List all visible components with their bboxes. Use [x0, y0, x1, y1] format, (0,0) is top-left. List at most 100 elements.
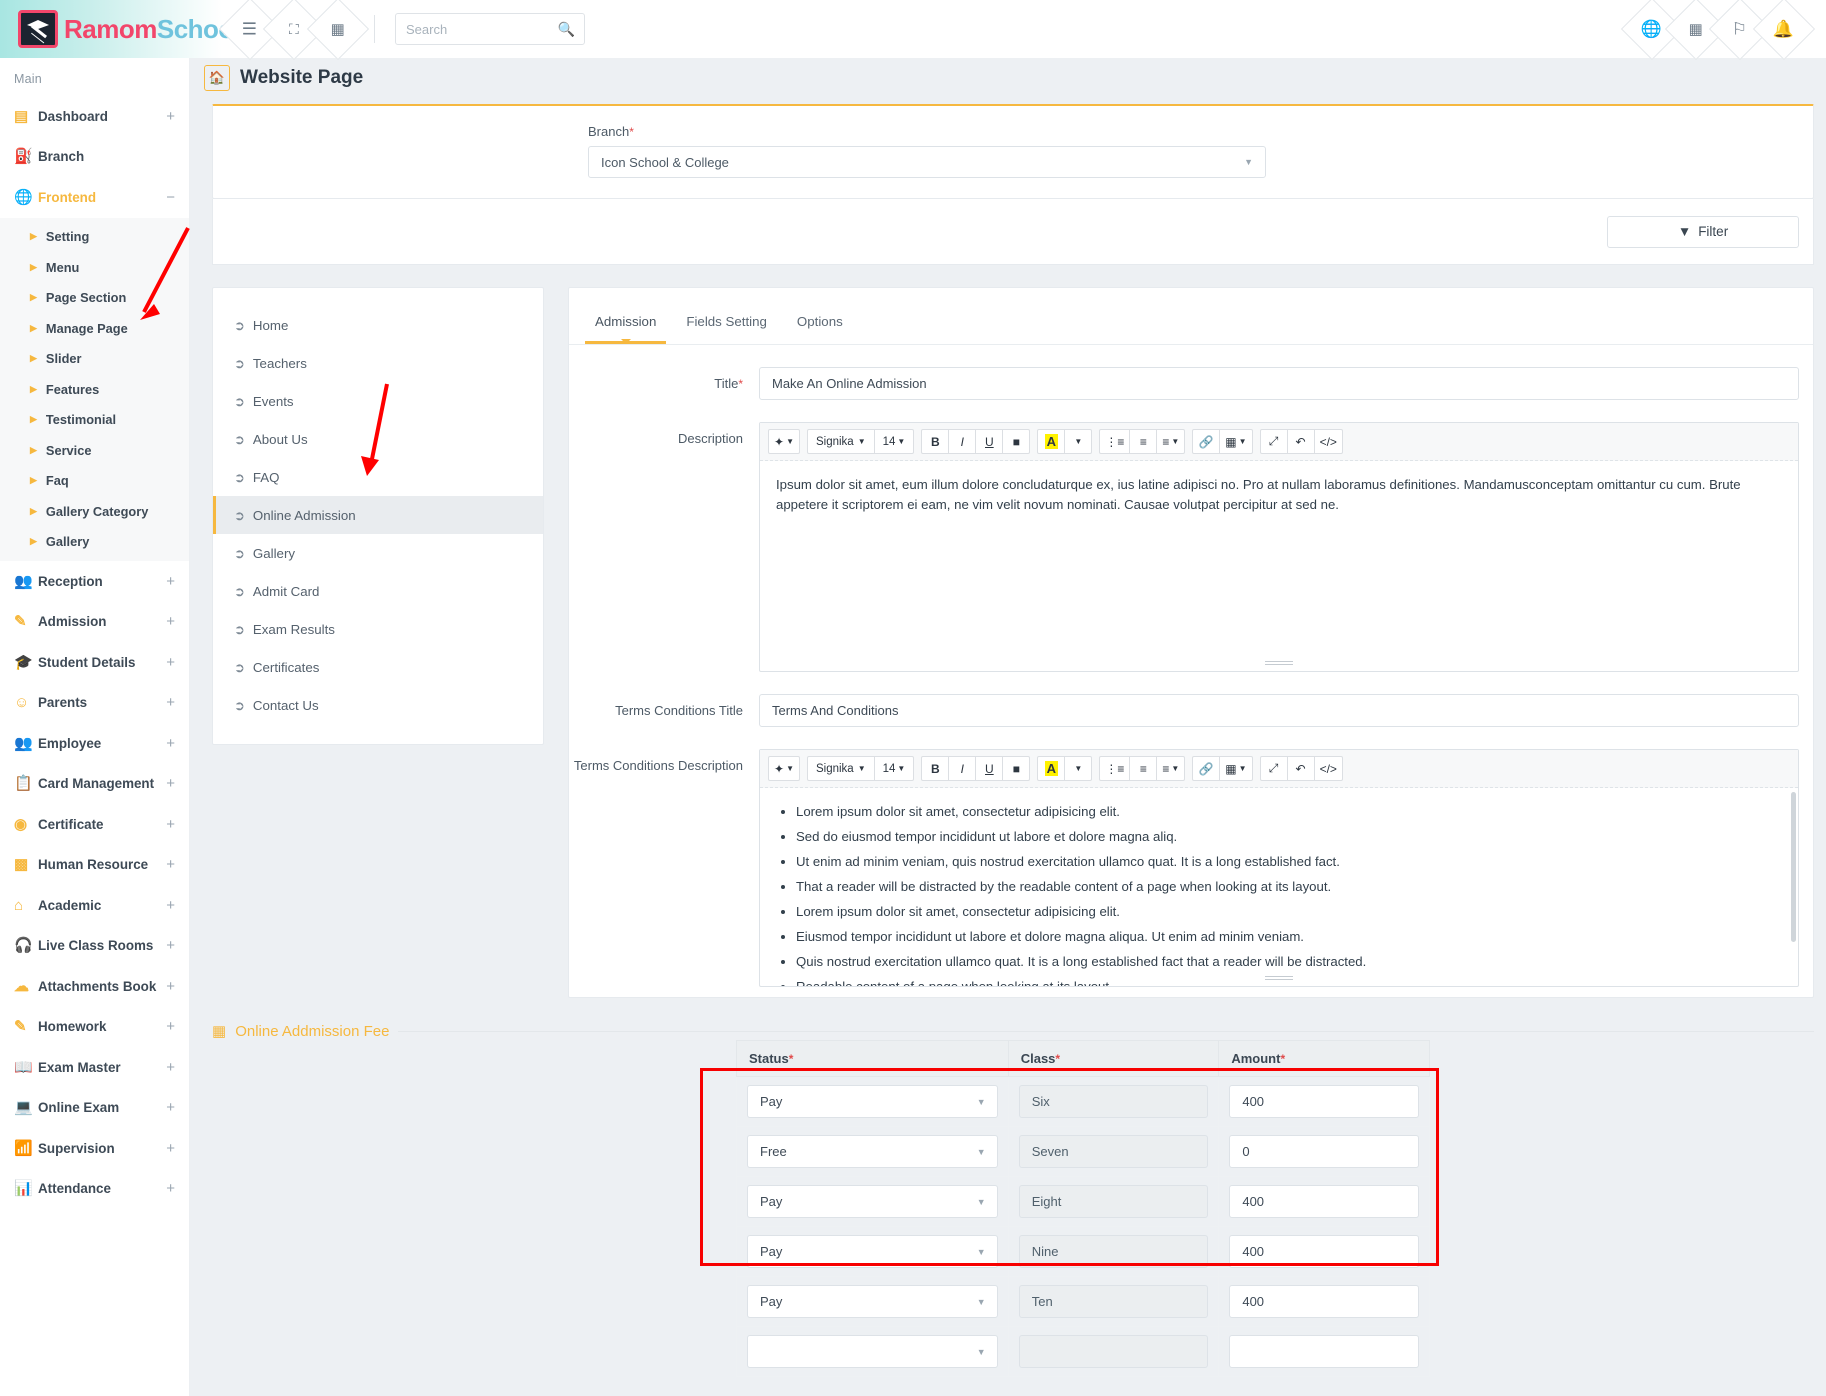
- editor-resize-grip[interactable]: [1265, 976, 1293, 982]
- highlight-color-dropdown-icon[interactable]: ▼: [1064, 429, 1093, 454]
- terms-editor-body[interactable]: Lorem ipsum dolor sit amet, consectetur …: [760, 788, 1798, 986]
- status-select[interactable]: Free ▼: [747, 1135, 998, 1168]
- home-icon[interactable]: 🏠: [204, 65, 230, 91]
- page-list-item-faq[interactable]: ➲ FAQ: [213, 458, 543, 496]
- amount-input[interactable]: [1229, 1335, 1419, 1368]
- page-list-item-teachers[interactable]: ➲ Teachers: [213, 344, 543, 382]
- status-select[interactable]: ▼: [747, 1335, 998, 1368]
- page-list-item-gallery[interactable]: ➲ Gallery: [213, 534, 543, 572]
- sidebar-item-attendance[interactable]: 📊 Attendance +: [0, 1169, 189, 1210]
- fullscreen-editor-icon[interactable]: ⤢: [1259, 756, 1288, 781]
- remove-format-icon[interactable]: ■: [1002, 429, 1031, 454]
- bold-icon[interactable]: B: [921, 429, 950, 454]
- sidebar-item-manage-page[interactable]: ▶ Manage Page: [0, 313, 189, 344]
- italic-icon[interactable]: I: [948, 429, 977, 454]
- title-input[interactable]: Make An Online Admission: [759, 367, 1799, 400]
- amount-input[interactable]: 400: [1229, 1235, 1419, 1268]
- bell-notification-icon[interactable]: 🔔: [1752, 0, 1816, 61]
- page-list-item-events[interactable]: ➲ Events: [213, 382, 543, 420]
- expand-icon[interactable]: +: [166, 1180, 175, 1197]
- expand-icon[interactable]: +: [166, 1140, 175, 1157]
- expand-icon[interactable]: +: [166, 1059, 175, 1076]
- sidebar-item-reception[interactable]: 👥 Reception +: [0, 561, 189, 602]
- paragraph-align-icon[interactable]: ≡ ▼: [1156, 429, 1186, 454]
- sidebar-item-online-exam[interactable]: 💻 Online Exam +: [0, 1088, 189, 1129]
- font-size-select[interactable]: 14 ▼: [873, 756, 915, 781]
- expand-icon[interactable]: +: [166, 937, 175, 954]
- expand-icon[interactable]: +: [166, 816, 175, 833]
- editor-scrollbar[interactable]: [1791, 792, 1796, 942]
- expand-icon[interactable]: +: [166, 978, 175, 995]
- italic-icon[interactable]: I: [948, 756, 977, 781]
- magic-style-icon[interactable]: ✦ ▼: [768, 756, 800, 781]
- code-view-icon[interactable]: </>: [1313, 429, 1343, 454]
- tab-fields-setting[interactable]: Fields Setting: [676, 310, 777, 344]
- filter-button[interactable]: ▼ Filter: [1607, 215, 1799, 248]
- insert-link-icon[interactable]: 🔗: [1192, 429, 1221, 454]
- sidebar-item-homework[interactable]: ✎ Homework +: [0, 1007, 189, 1048]
- sidebar-item-student-details[interactable]: 🎓 Student Details +: [0, 642, 189, 683]
- sidebar-item-attachments-book[interactable]: ☁ Attachments Book +: [0, 966, 189, 1007]
- magic-style-icon[interactable]: ✦ ▼: [768, 429, 800, 454]
- amount-input[interactable]: 0: [1229, 1135, 1419, 1168]
- sidebar-item-menu[interactable]: ▶ Menu: [0, 252, 189, 283]
- fullscreen-editor-icon[interactable]: ⤢: [1259, 429, 1288, 454]
- status-select[interactable]: Pay ▼: [747, 1235, 998, 1268]
- expand-icon[interactable]: +: [166, 694, 175, 711]
- insert-link-icon[interactable]: 🔗: [1192, 756, 1221, 781]
- sidebar-item-card-management[interactable]: 📋 Card Management +: [0, 764, 189, 805]
- sidebar-item-page-section[interactable]: ▶ Page Section: [0, 283, 189, 314]
- status-select[interactable]: Pay ▼: [747, 1085, 998, 1118]
- text-highlight-color-icon[interactable]: A: [1037, 429, 1066, 454]
- search-input[interactable]: [406, 21, 556, 37]
- paragraph-align-icon[interactable]: ≡ ▼: [1156, 756, 1186, 781]
- sidebar[interactable]: Main ▤ Dashboard + ⛽ Branch 🌐 Frontend −…: [0, 58, 190, 1396]
- page-list-item-contact-us[interactable]: ➲ Contact Us: [213, 686, 543, 724]
- sidebar-item-slider[interactable]: ▶ Slider: [0, 344, 189, 375]
- description-editor-body[interactable]: Ipsum dolor sit amet, eum illum dolore c…: [760, 461, 1798, 671]
- text-highlight-color-icon[interactable]: A: [1037, 756, 1066, 781]
- page-list-item-exam-results[interactable]: ➲ Exam Results: [213, 610, 543, 648]
- sidebar-item-live-class-rooms[interactable]: 🎧 Live Class Rooms +: [0, 926, 189, 967]
- sidebar-item-human-resource[interactable]: ▩ Human Resource +: [0, 845, 189, 886]
- undo-icon[interactable]: ↶: [1286, 756, 1315, 781]
- expand-icon[interactable]: +: [166, 856, 175, 873]
- editor-resize-grip[interactable]: [1265, 661, 1293, 667]
- sidebar-item-service[interactable]: ▶ Service: [0, 435, 189, 466]
- sidebar-item-academic[interactable]: ⌂ Academic +: [0, 885, 189, 926]
- sidebar-item-features[interactable]: ▶ Features: [0, 374, 189, 405]
- expand-icon[interactable]: +: [166, 108, 175, 125]
- expand-icon[interactable]: +: [166, 735, 175, 752]
- status-select[interactable]: Pay ▼: [747, 1185, 998, 1218]
- sidebar-item-testimonial[interactable]: ▶ Testimonial: [0, 405, 189, 436]
- sidebar-item-exam-master[interactable]: 📖 Exam Master +: [0, 1047, 189, 1088]
- sidebar-item-frontend[interactable]: 🌐 Frontend −: [0, 177, 189, 218]
- ordered-list-icon[interactable]: ≡: [1129, 429, 1158, 454]
- sidebar-item-gallery-category[interactable]: ▶ Gallery Category: [0, 496, 189, 527]
- sidebar-item-dashboard[interactable]: ▤ Dashboard +: [0, 96, 189, 137]
- bold-icon[interactable]: B: [921, 756, 950, 781]
- ordered-list-icon[interactable]: ≡: [1129, 756, 1158, 781]
- sidebar-item-supervision[interactable]: 📶 Supervision +: [0, 1128, 189, 1169]
- amount-input[interactable]: 400: [1229, 1085, 1419, 1118]
- underline-icon[interactable]: U: [975, 429, 1004, 454]
- sidebar-item-setting[interactable]: ▶ Setting: [0, 222, 189, 253]
- sidebar-item-parents[interactable]: ☺ Parents +: [0, 683, 189, 724]
- description-editor[interactable]: ✦ ▼ Signika ▼ 14 ▼ B I U ■ A ▼ ⋮≡ ≡ ≡ ▼ …: [759, 422, 1799, 672]
- sidebar-item-certificate[interactable]: ◉ Certificate +: [0, 804, 189, 845]
- grid-apps-icon[interactable]: ▦: [306, 0, 370, 61]
- page-list-item-online-admission[interactable]: ➲ Online Admission: [213, 496, 543, 534]
- code-view-icon[interactable]: </>: [1313, 756, 1343, 781]
- page-list-item-certificates[interactable]: ➲ Certificates: [213, 648, 543, 686]
- expand-icon[interactable]: +: [166, 654, 175, 671]
- status-select[interactable]: Pay ▼: [747, 1285, 998, 1318]
- branch-select[interactable]: Icon School & College ▼: [588, 146, 1266, 178]
- expand-icon[interactable]: +: [166, 1018, 175, 1035]
- amount-input[interactable]: 400: [1229, 1285, 1419, 1318]
- font-family-select[interactable]: Signika ▼: [806, 429, 875, 454]
- page-list-item-home[interactable]: ➲ Home: [213, 306, 543, 344]
- amount-input[interactable]: 400: [1229, 1185, 1419, 1218]
- highlight-color-dropdown-icon[interactable]: ▼: [1064, 756, 1093, 781]
- underline-icon[interactable]: U: [975, 756, 1004, 781]
- sidebar-item-faq[interactable]: ▶ Faq: [0, 466, 189, 497]
